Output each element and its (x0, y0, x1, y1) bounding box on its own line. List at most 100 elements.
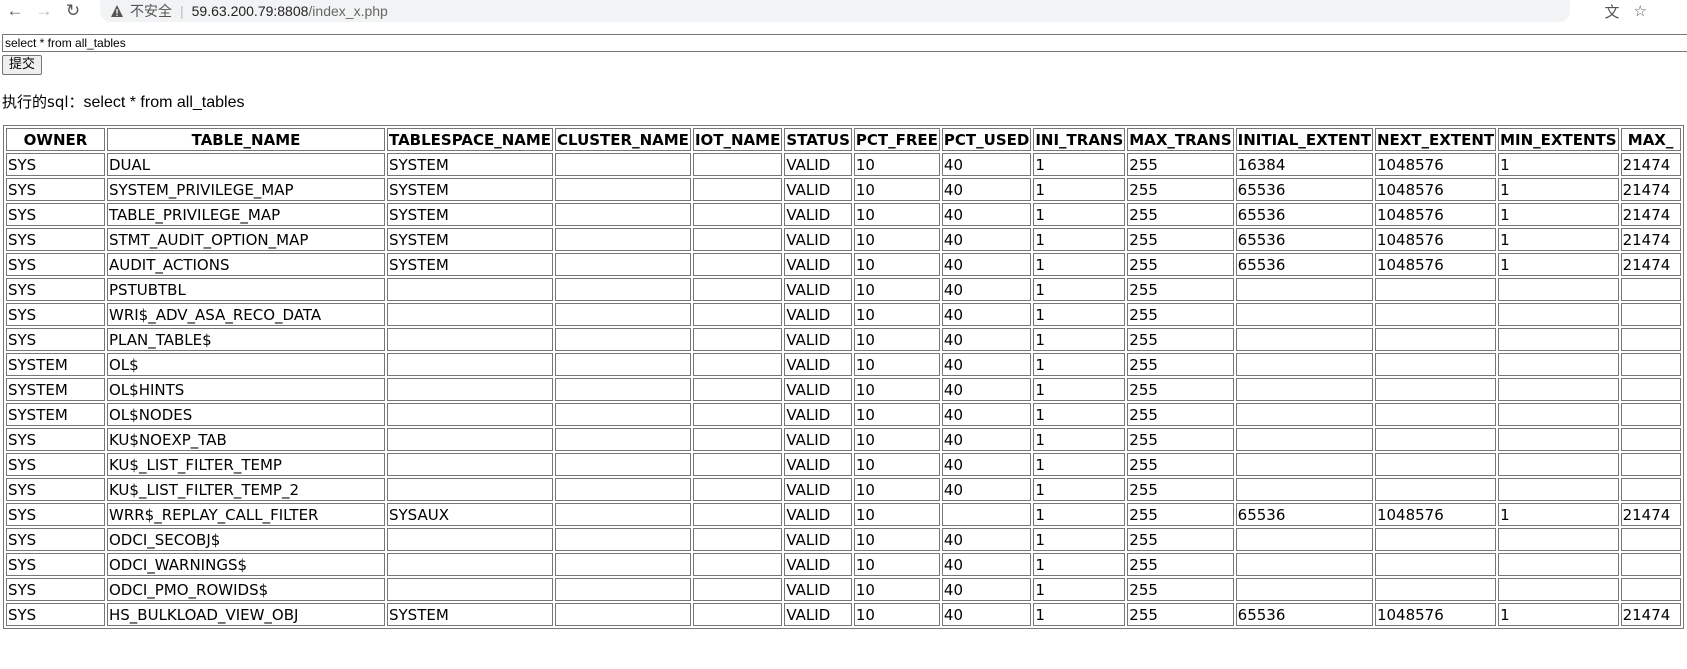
table-cell: SYSTEM (387, 253, 554, 276)
table-cell: 1 (1033, 603, 1126, 626)
reload-icon[interactable]: ↻ (62, 0, 84, 22)
arrow-right-icon[interactable]: → (33, 0, 55, 22)
table-cell (387, 528, 554, 551)
table-cell: VALID (784, 478, 852, 501)
table-row: SYS ODCI_SECOBJ$ VALID 10 40 1 255 (6, 528, 1681, 551)
result-table: OWNER TABLE_NAME TABLESPACE_NAME CLUSTER_NA… (3, 125, 1684, 629)
table-cell: SYSTEM (6, 403, 105, 426)
table-cell (1235, 278, 1373, 301)
table-cell (555, 453, 691, 476)
table-cell: 1 (1033, 428, 1126, 451)
table-cell: SYS (6, 428, 105, 451)
table-cell (1235, 578, 1373, 601)
table-cell: 1 (1033, 228, 1126, 251)
table-cell: VALID (784, 553, 852, 576)
table-cell: 21474 (1620, 203, 1681, 226)
executed-sql-prefix: 执行的sql： (2, 93, 84, 111)
table-cell (555, 478, 691, 501)
table-cell (555, 528, 691, 551)
address-separator: | (180, 3, 184, 19)
table-row: SYS KU$_LIST_FILTER_TEMP VALID 10 40 1 255 (6, 453, 1681, 476)
table-cell (1620, 353, 1681, 376)
table-cell (692, 528, 783, 551)
table-cell (387, 278, 554, 301)
table-cell: 255 (1127, 278, 1234, 301)
table-cell: SYS (6, 303, 105, 326)
table-cell: 10 (853, 528, 940, 551)
security-label[interactable]: 不安全 (130, 1, 172, 21)
table-cell: 10 (853, 478, 940, 501)
table-cell (555, 603, 691, 626)
table-cell: 1 (1033, 278, 1126, 301)
table-cell: 40 (941, 178, 1032, 201)
arrow-left-icon[interactable]: ← (4, 0, 26, 22)
column-header: INI_TRANS (1033, 128, 1126, 151)
table-row: SYS WRI$_ADV_ASA_RECO_DATA VALID 10 40 1 255 (6, 303, 1681, 326)
table-cell: 40 (941, 453, 1032, 476)
table-cell: 1 (1033, 453, 1126, 476)
table-cell (555, 253, 691, 276)
table-cell (1235, 303, 1373, 326)
sql-input[interactable] (2, 34, 1687, 52)
table-cell (1498, 403, 1619, 426)
table-cell (1498, 453, 1619, 476)
table-cell: 255 (1127, 303, 1234, 326)
column-header: TABLESPACE_NAME (387, 128, 554, 151)
table-cell (1620, 403, 1681, 426)
table-cell (692, 278, 783, 301)
warning-icon (111, 5, 123, 17)
table-cell: 65536 (1235, 203, 1373, 226)
table-row: SYS SYSTEM_PRIVILEGE_MAP SYSTEM VALID 10 40 1 2… (6, 178, 1681, 201)
translate-icon[interactable]: 文 (1605, 1, 1620, 22)
table-cell: 255 (1127, 578, 1234, 601)
table-cell (692, 603, 783, 626)
table-cell (387, 453, 554, 476)
table-cell: SYS (6, 578, 105, 601)
table-cell (692, 378, 783, 401)
table-cell (1374, 278, 1497, 301)
table-cell: SYS (6, 328, 105, 351)
table-cell: 65536 (1235, 603, 1373, 626)
table-cell (692, 553, 783, 576)
table-cell (692, 153, 783, 176)
table-cell: 1048576 (1374, 203, 1497, 226)
address-bar[interactable]: 不安全 | 59.63.200.79:8808 /index_x.php (100, 0, 1570, 22)
table-cell: 21474 (1620, 228, 1681, 251)
table-cell (1374, 353, 1497, 376)
table-cell: 10 (853, 228, 940, 251)
table-cell (1374, 403, 1497, 426)
table-cell (555, 178, 691, 201)
table-cell: 1 (1498, 203, 1619, 226)
star-icon[interactable]: ☆ (1634, 2, 1647, 20)
table-cell: 40 (941, 428, 1032, 451)
table-cell: SYS (6, 178, 105, 201)
submit-button[interactable]: 提交 (2, 55, 43, 75)
table-cell: 21474 (1620, 253, 1681, 276)
table-cell (1620, 303, 1681, 326)
column-header: MAX_ (1620, 128, 1681, 151)
table-cell: KU$NOEXP_TAB (107, 428, 385, 451)
table-cell (1498, 353, 1619, 376)
table-cell: 10 (853, 403, 940, 426)
table-cell: OL$ (107, 353, 385, 376)
table-cell: WRI$_ADV_ASA_RECO_DATA (107, 303, 385, 326)
table-cell (1235, 478, 1373, 501)
table-cell (941, 503, 1032, 526)
table-cell: 10 (853, 378, 940, 401)
column-header: IOT_NAME (692, 128, 783, 151)
table-cell: 255 (1127, 178, 1234, 201)
table-cell: 65536 (1235, 253, 1373, 276)
table-cell: 255 (1127, 553, 1234, 576)
table-cell: 65536 (1235, 178, 1373, 201)
table-cell: 1 (1498, 253, 1619, 276)
table-cell (555, 503, 691, 526)
table-cell: 255 (1127, 328, 1234, 351)
table-cell: KU$_LIST_FILTER_TEMP_2 (107, 478, 385, 501)
table-cell (692, 453, 783, 476)
table-cell: 1 (1033, 578, 1126, 601)
column-header: CLUSTER_NAME (555, 128, 691, 151)
table-cell (555, 428, 691, 451)
table-cell: 10 (853, 578, 940, 601)
table-cell (692, 403, 783, 426)
table-row: SYS HS_BULKLOAD_VIEW_OBJ SYSTEM VALID 10 40 1 2… (6, 603, 1681, 626)
